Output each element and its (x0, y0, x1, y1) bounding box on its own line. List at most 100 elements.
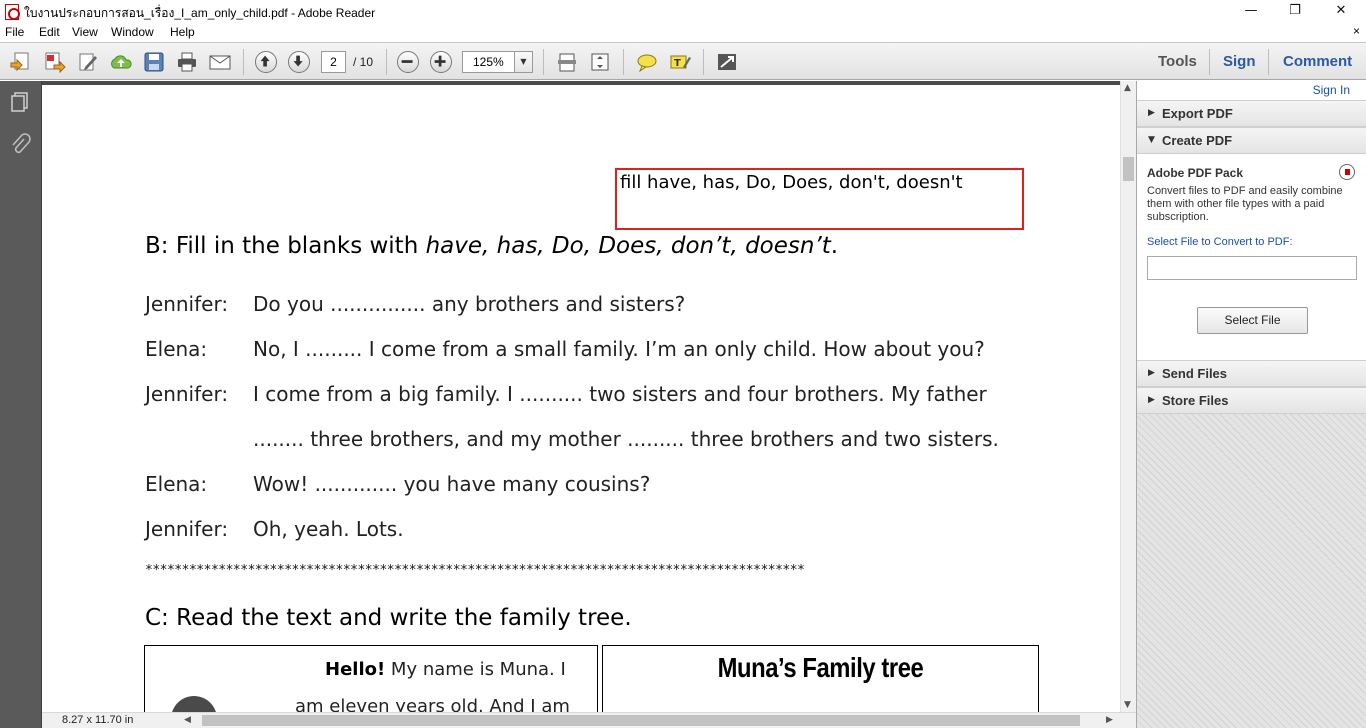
dialogue-speaker: Elena: (145, 472, 208, 496)
export-pdf-icon[interactable] (42, 51, 66, 73)
select-file-label: Select File to Convert to PDF: (1147, 236, 1293, 248)
svg-text:T: T (674, 58, 681, 69)
document-view[interactable]: fill have, has, Do, Does, don't, doesn't… (42, 81, 1120, 712)
menu-bar: File Edit View Window Help × (0, 23, 1366, 42)
fit-width-icon[interactable] (588, 51, 612, 73)
section-b-end: . (830, 233, 839, 259)
section-b-heading: B: Fill in the blanks with have, has, Do… (145, 233, 838, 259)
comment-icon[interactable] (635, 51, 659, 73)
chevron-right-icon: ▶ (1148, 395, 1155, 405)
family-tree-cell: Muna’s Family tree (602, 645, 1039, 712)
chevron-down-icon: ▼ (1148, 135, 1155, 145)
chevron-down-icon[interactable]: ▼ (514, 52, 532, 72)
sign-in-link[interactable]: Sign In (1313, 83, 1350, 97)
close-document-icon[interactable]: × (1353, 24, 1360, 38)
muna-line2: am eleven years old. And I am (295, 696, 570, 712)
title-bar: ใบงานประกอบการสอน_เรื่อง_I_am_only_child… (0, 0, 1366, 23)
toolbar-separator (703, 49, 704, 75)
muna-text-cell: Hello! My name is Muna. I am eleven year… (144, 645, 598, 712)
pack-title: Adobe PDF Pack (1147, 166, 1244, 180)
scroll-right-icon[interactable]: ▶ (1106, 715, 1113, 725)
pages-icon[interactable] (9, 91, 31, 113)
menu-window[interactable]: Window (111, 25, 154, 39)
vertical-scrollbar[interactable]: ▲ ▼ (1120, 81, 1136, 712)
status-bar: 8.27 x 11.70 in ◀ ▶ (42, 712, 1136, 728)
close-button[interactable]: ✕ (1318, 0, 1364, 23)
zoom-level-select[interactable]: 125% ▼ (462, 51, 533, 73)
scroll-down-icon[interactable]: ▼ (1124, 700, 1131, 710)
vertical-scroll-thumb[interactable] (1123, 157, 1134, 181)
dialogue-line: No, I ......... I come from a small fami… (253, 337, 985, 361)
adobe-reader-icon (5, 4, 20, 20)
toolbar-separator (623, 49, 624, 75)
comment-pane-button[interactable]: Comment (1283, 53, 1352, 70)
menu-view[interactable]: View (72, 25, 98, 39)
attachment-icon[interactable] (9, 133, 31, 157)
export-pdf-panel[interactable]: ▶ Export PDF (1137, 100, 1366, 127)
section-b-words: have, has, Do, Does, don’t, doesn’t (425, 233, 831, 259)
muna-intro-line: Hello! My name is Muna. I (325, 659, 566, 680)
chevron-right-icon: ▶ (1148, 368, 1155, 378)
muna-line1: My name is Muna. I (385, 659, 566, 680)
zoom-out-icon[interactable] (397, 51, 419, 73)
maximize-button[interactable]: ❐ (1272, 0, 1318, 23)
section-b-prefix: B: Fill in the blanks with (145, 233, 426, 259)
highlight-icon[interactable]: T (668, 51, 692, 73)
toolbar-separator (1209, 49, 1210, 75)
family-tree-title: Muna’s Family tree (717, 652, 924, 683)
horizontal-scroll-thumb[interactable] (202, 715, 1080, 726)
navigation-pane (0, 81, 42, 728)
toolbar-separator (243, 49, 244, 75)
sign-pane-button[interactable]: Sign (1223, 53, 1256, 70)
pane-empty-area (1137, 414, 1366, 728)
dialogue-speaker: Jennifer: (145, 382, 229, 406)
pdf-page: fill have, has, Do, Does, don't, doesn't… (42, 85, 1120, 712)
create-pdf-panel[interactable]: ▼ Create PDF (1137, 127, 1366, 154)
adobe-pdf-pack-icon (1339, 164, 1355, 180)
page-up-icon[interactable] (255, 51, 277, 73)
dialogue-line: Oh, yeah. Lots. (253, 517, 404, 541)
page-down-icon[interactable] (288, 51, 310, 73)
email-icon[interactable] (208, 51, 232, 73)
zoom-in-icon[interactable] (430, 51, 452, 73)
print-icon[interactable] (175, 51, 199, 73)
create-pdf-body: Adobe PDF Pack Convert files to PDF and … (1137, 154, 1366, 364)
toolbar: 2 / 10 125% ▼ T Tools Sign Comment (0, 42, 1366, 80)
store-files-panel[interactable]: ▶ Store Files (1137, 387, 1366, 414)
muna-avatar (171, 696, 217, 712)
tools-pane: Sign In ▶ Export PDF ▼ Create PDF Adobe … (1136, 81, 1366, 728)
chevron-right-icon: ▶ (1148, 108, 1155, 118)
scroll-left-icon[interactable]: ◀ (184, 715, 191, 725)
menu-file[interactable]: File (5, 25, 24, 39)
text-annotation-box[interactable]: fill have, has, Do, Does, don't, doesn't (615, 168, 1024, 230)
file-path-input[interactable] (1147, 256, 1357, 280)
dialogue-line: Do you ............... any brothers and … (253, 292, 686, 316)
page-number-input[interactable]: 2 (321, 51, 346, 73)
menu-help[interactable]: Help (170, 25, 195, 39)
dialogue-speaker: Jennifer: (145, 292, 229, 316)
menu-edit[interactable]: Edit (39, 25, 60, 39)
create-pdf-icon[interactable] (9, 51, 33, 73)
edit-icon[interactable] (76, 51, 100, 73)
zoom-value: 125% (473, 55, 504, 69)
create-pdf-label: Create PDF (1162, 133, 1233, 148)
cloud-upload-icon[interactable] (109, 51, 133, 73)
select-file-button[interactable]: Select File (1197, 307, 1308, 334)
fit-page-icon[interactable] (555, 51, 579, 73)
annotation-text: fill have, has, Do, Does, don't, doesn't (620, 172, 963, 193)
send-files-panel[interactable]: ▶ Send Files (1137, 360, 1366, 387)
dialogue-speaker: Jennifer: (145, 517, 229, 541)
send-files-label: Send Files (1162, 366, 1228, 381)
save-icon[interactable] (142, 51, 166, 73)
scroll-up-icon[interactable]: ▲ (1124, 83, 1131, 93)
page-total: / 10 (353, 55, 374, 69)
dialogue-speaker: Elena: (145, 337, 208, 361)
toolbar-separator (1268, 49, 1269, 75)
page-size-label: 8.27 x 11.70 in (62, 714, 134, 726)
toolbar-separator (386, 49, 387, 75)
pack-description: Convert files to PDF and easily combine … (1147, 185, 1343, 223)
tools-pane-button[interactable]: Tools (1158, 53, 1197, 70)
window-title: ใบงานประกอบการสอน_เรื่อง_I_am_only_child… (24, 6, 376, 20)
minimize-button[interactable]: — (1228, 0, 1274, 23)
fullscreen-icon[interactable] (715, 51, 739, 73)
